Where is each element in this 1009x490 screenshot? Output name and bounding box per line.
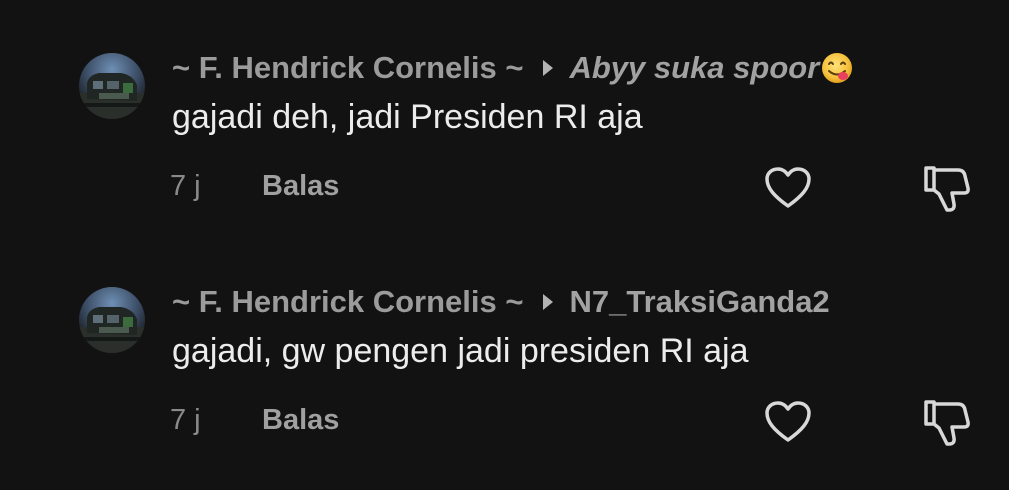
- like-button[interactable]: [764, 166, 812, 210]
- caret-right-icon: [543, 60, 554, 76]
- comment-item: ~ F. Hendrick Cornelis ~ N7_TraksiGanda2…: [0, 274, 1009, 474]
- comment-timestamp: 7 j: [170, 170, 201, 202]
- comment-text: gajadi deh, jadi Presiden RI aja: [172, 98, 643, 136]
- author-name[interactable]: ~ F. Hendrick Cornelis ~: [172, 284, 523, 320]
- author-name[interactable]: ~ F. Hendrick Cornelis ~: [172, 50, 523, 86]
- reply-to-name[interactable]: Abyy suka spoor: [569, 50, 819, 86]
- reply-button[interactable]: Balas: [262, 404, 339, 437]
- heart-outline-icon: [765, 167, 811, 208]
- heart-outline-icon: [765, 401, 811, 442]
- savoring-food-face-icon: [822, 53, 853, 83]
- avatar[interactable]: [79, 53, 145, 119]
- avatar-train-image: [79, 73, 145, 119]
- comment-timestamp: 7 j: [170, 404, 201, 436]
- thumbs-down-outline-icon: [924, 400, 970, 446]
- comment-header: ~ F. Hendrick Cornelis ~ Abyy suka spoor: [172, 48, 854, 88]
- comment-item: ~ F. Hendrick Cornelis ~ Abyy suka spoor…: [0, 40, 1009, 240]
- like-button[interactable]: [764, 400, 812, 444]
- comment-header: ~ F. Hendrick Cornelis ~ N7_TraksiGanda2: [172, 282, 830, 322]
- avatar-train-image: [79, 307, 145, 353]
- reply-button[interactable]: Balas: [262, 170, 339, 203]
- reply-to-name[interactable]: N7_TraksiGanda2: [569, 284, 829, 320]
- thumbs-down-outline-icon: [924, 166, 970, 212]
- caret-right-icon: [543, 294, 554, 310]
- dislike-button[interactable]: [920, 396, 974, 450]
- avatar[interactable]: [79, 287, 145, 353]
- dislike-button[interactable]: [920, 162, 974, 216]
- comment-text: gajadi, gw pengen jadi presiden RI aja: [172, 332, 749, 370]
